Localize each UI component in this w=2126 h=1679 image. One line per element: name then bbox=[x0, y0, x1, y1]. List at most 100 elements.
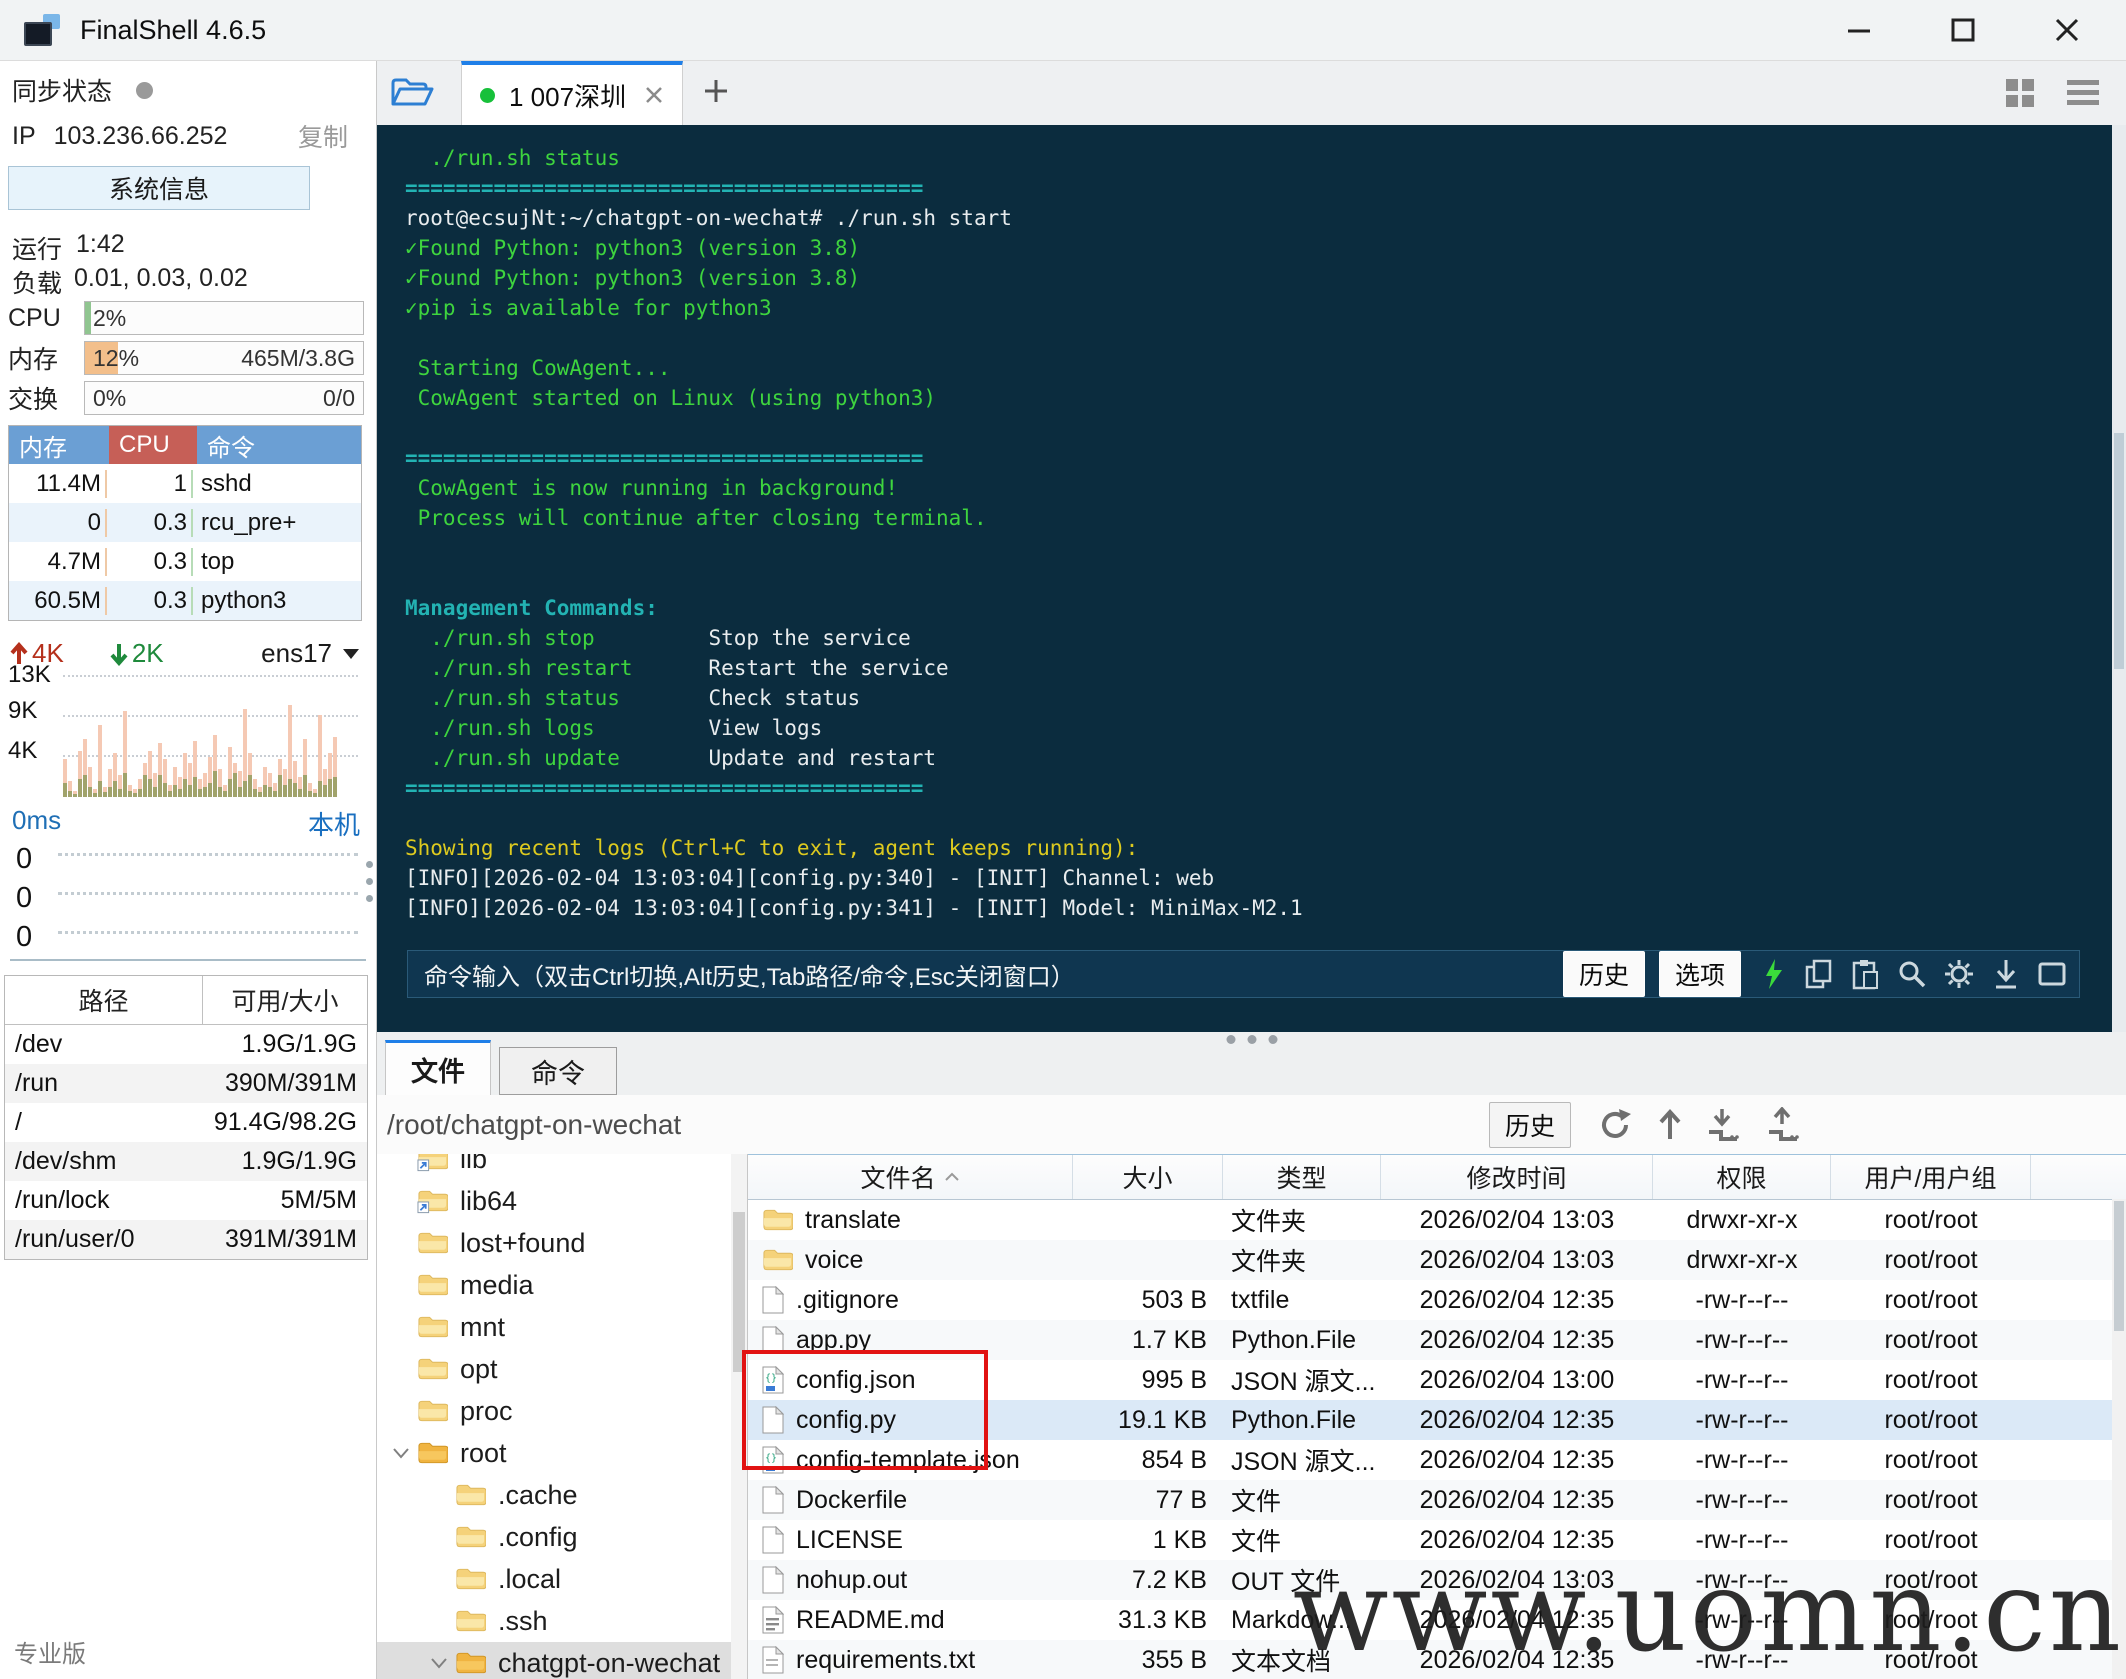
disk-row[interactable]: /dev 1.9G/1.9G bbox=[5, 1025, 367, 1064]
command-input-bar[interactable]: 命令输入（双击Ctrl切换,Alt历史,Tab路径/命令,Esc关闭窗口） 历史… bbox=[407, 950, 2080, 998]
paste-icon[interactable] bbox=[1851, 958, 1879, 990]
copy-button[interactable]: 复制 bbox=[298, 118, 348, 154]
open-folder-button[interactable] bbox=[377, 61, 447, 125]
sidebar: 同步状态 IP 103.236.66.252 复制 系统信息 运行 1:42 负… bbox=[0, 61, 377, 1679]
tab-commands[interactable]: 命令 bbox=[499, 1047, 617, 1095]
tree-item-opt[interactable]: opt bbox=[377, 1348, 747, 1390]
folder-icon bbox=[456, 1484, 486, 1506]
file-row-config-template.json[interactable]: {} config-template.json 854 B JSON 源文... … bbox=[748, 1440, 2126, 1480]
upload-icon[interactable] bbox=[1767, 1106, 1803, 1143]
process-row[interactable]: 0 0.3 rcu_pre+ bbox=[9, 503, 361, 542]
tree-scrollbar[interactable] bbox=[731, 1154, 747, 1679]
directory-tree: lib lib64 lost+found media mnt opt proc … bbox=[377, 1154, 748, 1679]
col-type[interactable]: 类型 bbox=[1223, 1155, 1381, 1199]
tree-item-.ssh[interactable]: .ssh bbox=[377, 1600, 747, 1642]
ip-value: 103.236.66.252 bbox=[53, 121, 228, 150]
path-input[interactable]: /root/chatgpt-on-wechat bbox=[387, 1109, 1475, 1141]
file-size: 77 B bbox=[1155, 1485, 1207, 1514]
panel-drag-handle[interactable] bbox=[1226, 1035, 1277, 1044]
process-col-memory[interactable]: 内存 bbox=[9, 426, 109, 464]
file-row-Dockerfile[interactable]: Dockerfile 77 B 文件 2026/02/04 12:35 -rw-… bbox=[748, 1480, 2126, 1520]
tree-item-label: .config bbox=[498, 1521, 578, 1552]
col-filename[interactable]: 文件名 bbox=[748, 1155, 1073, 1199]
up-icon[interactable] bbox=[1657, 1108, 1683, 1142]
menu-icon[interactable] bbox=[2066, 78, 2100, 108]
grid-view-icon[interactable] bbox=[2004, 77, 2036, 109]
disk-col-path[interactable]: 路径 bbox=[5, 976, 203, 1024]
file-mtime: 2026/02/04 13:03 bbox=[1419, 1245, 1615, 1274]
col-perm[interactable]: 权限 bbox=[1653, 1155, 1831, 1199]
new-tab-button[interactable] bbox=[703, 78, 729, 109]
tree-item-lost+found[interactable]: lost+found bbox=[377, 1222, 747, 1264]
tree-item-.config[interactable]: .config bbox=[377, 1516, 747, 1558]
session-tab[interactable]: 1 007深圳 bbox=[461, 61, 684, 125]
file-owner: root/root bbox=[1884, 1205, 1978, 1234]
refresh-icon[interactable] bbox=[1597, 1107, 1633, 1143]
file-row-config.json[interactable]: {} config.json 995 B JSON 源文... 2026/02/0… bbox=[748, 1360, 2126, 1400]
history-button[interactable]: 历史 bbox=[1562, 951, 1645, 997]
folder-icon bbox=[418, 1232, 448, 1254]
process-row[interactable]: 4.7M 0.3 top bbox=[9, 542, 361, 581]
close-icon[interactable] bbox=[2054, 17, 2080, 43]
ping-host[interactable]: 本机 bbox=[308, 805, 360, 842]
json-file-icon: {} bbox=[762, 1446, 784, 1474]
copy-icon[interactable] bbox=[1804, 958, 1834, 990]
download-icon[interactable] bbox=[1992, 958, 2020, 990]
disk-row[interactable]: /run/lock 5M/5M bbox=[5, 1181, 367, 1220]
tree-item-label: lib bbox=[460, 1154, 488, 1174]
file-row-.gitignore[interactable]: .gitignore 503 B txtfile 2026/02/04 12:3… bbox=[748, 1280, 2126, 1320]
app-icon bbox=[24, 14, 60, 46]
disk-row[interactable]: /91.4G/98.2G bbox=[5, 1103, 367, 1142]
search-icon[interactable] bbox=[1896, 958, 1926, 990]
tree-item-chatgpt-on-wechat[interactable]: chatgpt-on-wechat bbox=[377, 1642, 747, 1679]
file-type: Python.File bbox=[1231, 1325, 1357, 1354]
json-file-icon: {} bbox=[762, 1366, 784, 1394]
process-col-command[interactable]: 命令 bbox=[197, 426, 361, 464]
tree-item-lib64[interactable]: lib64 bbox=[377, 1180, 747, 1222]
tree-item-lib[interactable]: lib bbox=[377, 1154, 747, 1180]
file-name: translate bbox=[805, 1205, 901, 1234]
expand-chevron-icon[interactable] bbox=[429, 1656, 449, 1670]
file-mtime: 2026/02/04 12:35 bbox=[1419, 1445, 1615, 1474]
file-owner: root/root bbox=[1884, 1245, 1978, 1274]
gear-icon[interactable] bbox=[1943, 958, 1975, 990]
splitter-handle[interactable] bbox=[366, 861, 373, 902]
tab-files[interactable]: 文件 bbox=[385, 1040, 491, 1095]
file-row-config.py[interactable]: config.py 19.1 KB Python.File 2026/02/04… bbox=[748, 1400, 2126, 1440]
col-size[interactable]: 大小 bbox=[1073, 1155, 1223, 1199]
process-row[interactable]: 60.5M 0.3 python3 bbox=[9, 581, 361, 620]
download-icon[interactable] bbox=[1707, 1107, 1743, 1143]
file-type: 文件 bbox=[1231, 1488, 1282, 1516]
disk-row[interactable]: /run/user/0 391M/391M bbox=[5, 1220, 367, 1259]
window-icon[interactable] bbox=[2037, 959, 2067, 989]
terminal-scrollbar[interactable] bbox=[2112, 125, 2126, 1032]
file-row-translate[interactable]: translate 文件夹 2026/02/04 13:03 drwxr-xr-… bbox=[748, 1200, 2126, 1240]
tree-item-proc[interactable]: proc bbox=[377, 1390, 747, 1432]
col-owner[interactable]: 用户/用户组 bbox=[1831, 1155, 2031, 1199]
disk-col-size[interactable]: 可用/大小 bbox=[203, 976, 367, 1024]
tree-item-root[interactable]: root bbox=[377, 1432, 747, 1474]
file-row-app.py[interactable]: app.py 1.7 KB Python.File 2026/02/04 12:… bbox=[748, 1320, 2126, 1360]
tree-item-.local[interactable]: .local bbox=[377, 1558, 747, 1600]
options-button[interactable]: 选项 bbox=[1658, 951, 1741, 997]
lightning-icon[interactable] bbox=[1761, 958, 1787, 990]
expand-chevron-icon[interactable] bbox=[391, 1446, 411, 1460]
interface-selector[interactable]: ens17 bbox=[261, 638, 360, 669]
process-row[interactable]: 11.4M 1 sshd bbox=[9, 464, 361, 503]
tree-item-mnt[interactable]: mnt bbox=[377, 1306, 747, 1348]
tab-close-icon[interactable] bbox=[644, 85, 664, 105]
system-info-button[interactable]: 系统信息 bbox=[8, 166, 310, 210]
tree-item-.cache[interactable]: .cache bbox=[377, 1474, 747, 1516]
file-file-icon bbox=[762, 1286, 784, 1314]
col-mtime[interactable]: 修改时间 bbox=[1381, 1155, 1653, 1199]
minimize-icon[interactable] bbox=[1846, 17, 1872, 43]
file-name: config.py bbox=[796, 1405, 897, 1434]
disk-row[interactable]: /run 390M/391M bbox=[5, 1064, 367, 1103]
file-row-voice[interactable]: voice 文件夹 2026/02/04 13:03 drwxr-xr-x ro… bbox=[748, 1240, 2126, 1280]
maximize-icon[interactable] bbox=[1950, 17, 1976, 43]
terminal[interactable]: ./run.sh status =========================… bbox=[377, 125, 2126, 1032]
process-col-cpu[interactable]: CPU bbox=[109, 426, 197, 464]
tree-item-media[interactable]: media bbox=[377, 1264, 747, 1306]
file-history-button[interactable]: 历史 bbox=[1489, 1101, 1572, 1148]
disk-row[interactable]: /dev/shm 1.9G/1.9G bbox=[5, 1142, 367, 1181]
